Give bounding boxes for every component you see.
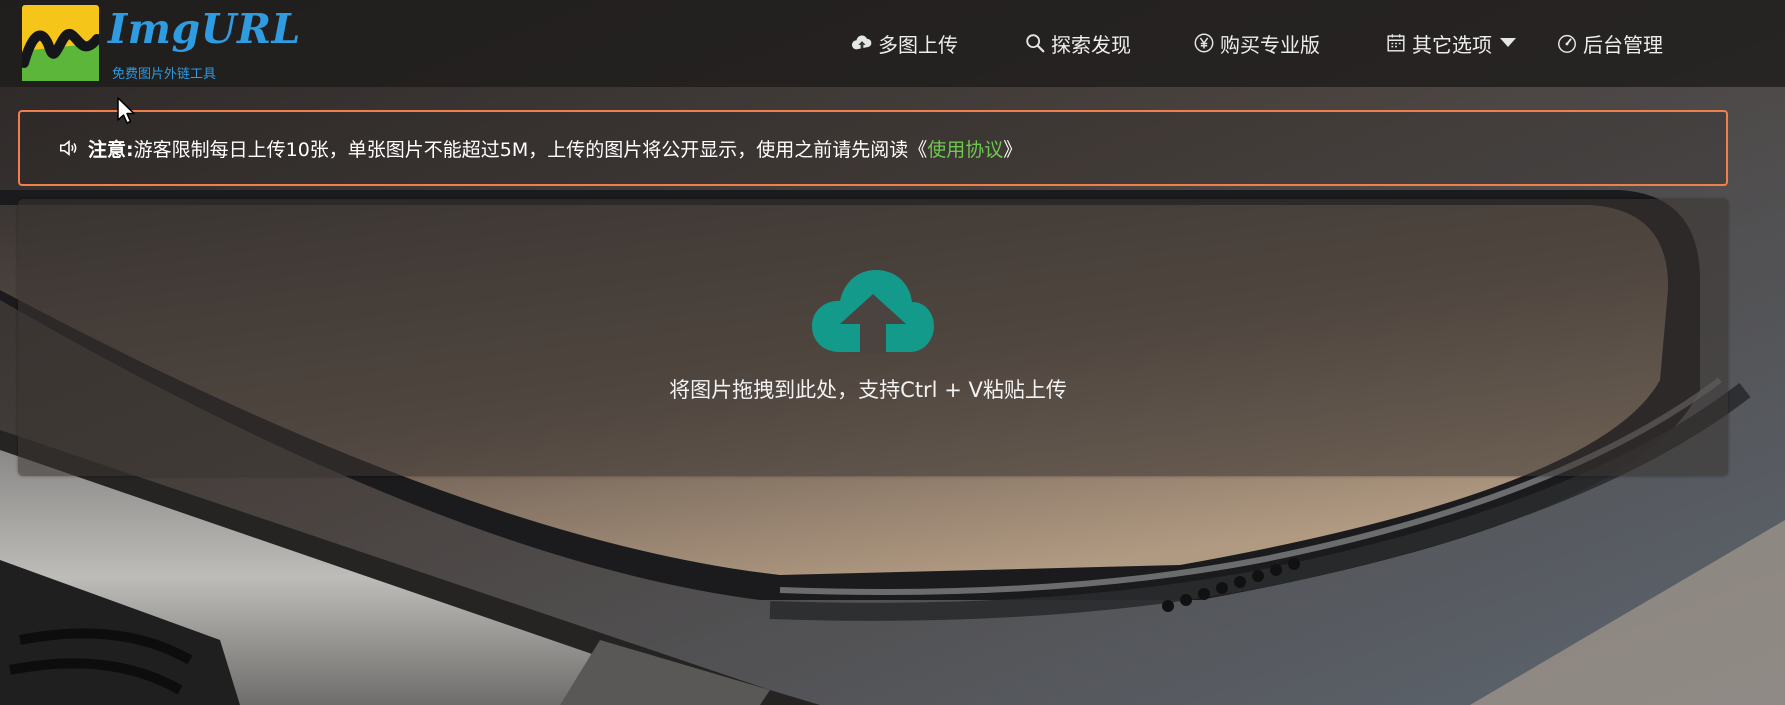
yen-circle-icon bbox=[1194, 33, 1214, 53]
dashboard-gauge-icon bbox=[1558, 34, 1576, 53]
nav-buy-pro[interactable]: 购买专业版 bbox=[1193, 28, 1320, 58]
brand-subtitle: 免费图片外链工具 bbox=[112, 67, 217, 82]
nav-label: 购买专业版 bbox=[1220, 32, 1320, 57]
notice-suffix: 》 bbox=[1003, 138, 1023, 161]
nav-other-options-dropdown[interactable]: 其它选项 bbox=[1385, 28, 1516, 58]
mouse-cursor-icon bbox=[117, 97, 135, 124]
cloud-upload-icon bbox=[812, 270, 934, 354]
nav-label: 多图上传 bbox=[878, 32, 958, 57]
site-logo[interactable]: ImgURL 免费图片外链工具 bbox=[22, 5, 300, 82]
nav-label: 其它选项 bbox=[1412, 32, 1492, 57]
notice-prefix: 注意: bbox=[88, 138, 134, 161]
nav-label: 后台管理 bbox=[1583, 32, 1663, 57]
search-icon bbox=[1026, 34, 1045, 53]
calendar-icon bbox=[1387, 34, 1405, 52]
top-navbar: ImgURL 免费图片外链工具 多图上传 探索发现 购买专业版 其它选项 后台管… bbox=[0, 0, 1785, 87]
notice-banner: 注意: 游客限制每日上传10张，单张图片不能超过5M，上传的图片将公开显示，使用… bbox=[18, 110, 1728, 186]
nav-admin[interactable]: 后台管理 bbox=[1556, 28, 1663, 58]
nav-label: 探索发现 bbox=[1051, 32, 1131, 57]
upload-dropzone[interactable]: 将图片拖拽到此处，支持Ctrl + V粘贴上传 bbox=[18, 199, 1728, 476]
notice-text: 游客限制每日上传10张，单张图片不能超过5M，上传的图片将公开显示，使用之前请先… bbox=[133, 138, 928, 161]
logo-mark-icon bbox=[22, 5, 99, 81]
nav-explore[interactable]: 探索发现 bbox=[1024, 28, 1131, 58]
speaker-icon bbox=[59, 139, 77, 157]
terms-link[interactable]: 使用协议 bbox=[927, 135, 1003, 162]
brand-title: ImgURL bbox=[108, 5, 301, 53]
upload-hint: 将图片拖拽到此处，支持Ctrl + V粘贴上传 bbox=[669, 378, 1067, 402]
chevron-down-icon bbox=[1500, 38, 1516, 47]
cloud-upload-icon bbox=[851, 35, 872, 50]
nav-multi-upload[interactable]: 多图上传 bbox=[851, 28, 958, 58]
